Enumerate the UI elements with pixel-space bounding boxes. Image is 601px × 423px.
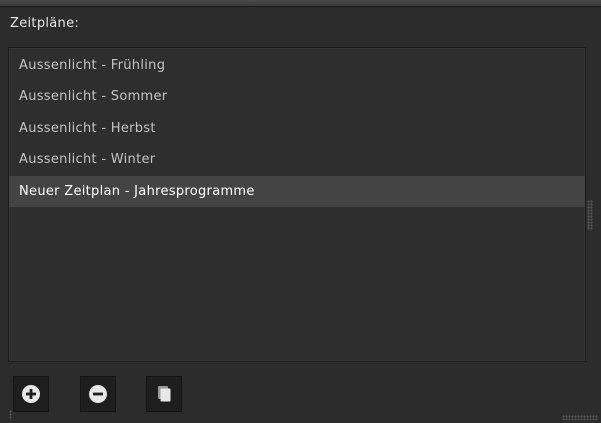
minus-circle-icon [89,385,107,403]
copy-schedule-button[interactable] [146,376,182,412]
schedule-list-item[interactable]: Aussenlicht - Sommer [9,81,585,112]
schedule-list-item[interactable]: Aussenlicht - Winter [9,144,585,175]
schedule-list[interactable]: Aussenlicht - Frühling Aussenlicht - Som… [8,47,586,362]
copy-icon [158,386,171,402]
left-edge-grip [9,410,12,420]
plus-circle-icon [22,385,40,403]
schedules-panel: Zeitpläne: Aussenlicht - Frühling Aussen… [0,0,601,423]
schedule-list-item[interactable]: Aussenlicht - Frühling [9,50,585,81]
remove-schedule-button[interactable] [80,376,116,412]
schedule-list-item-selected[interactable]: Neuer Zeitplan - Jahresprogramme [9,176,585,207]
bottom-resize-grip[interactable] [562,415,598,420]
add-schedule-button[interactable] [13,376,49,412]
panel-title: Zeitpläne: [10,16,80,31]
resize-grip[interactable] [587,200,593,230]
panel-top-border [0,0,601,7]
schedule-list-item[interactable]: Aussenlicht - Herbst [9,113,585,144]
